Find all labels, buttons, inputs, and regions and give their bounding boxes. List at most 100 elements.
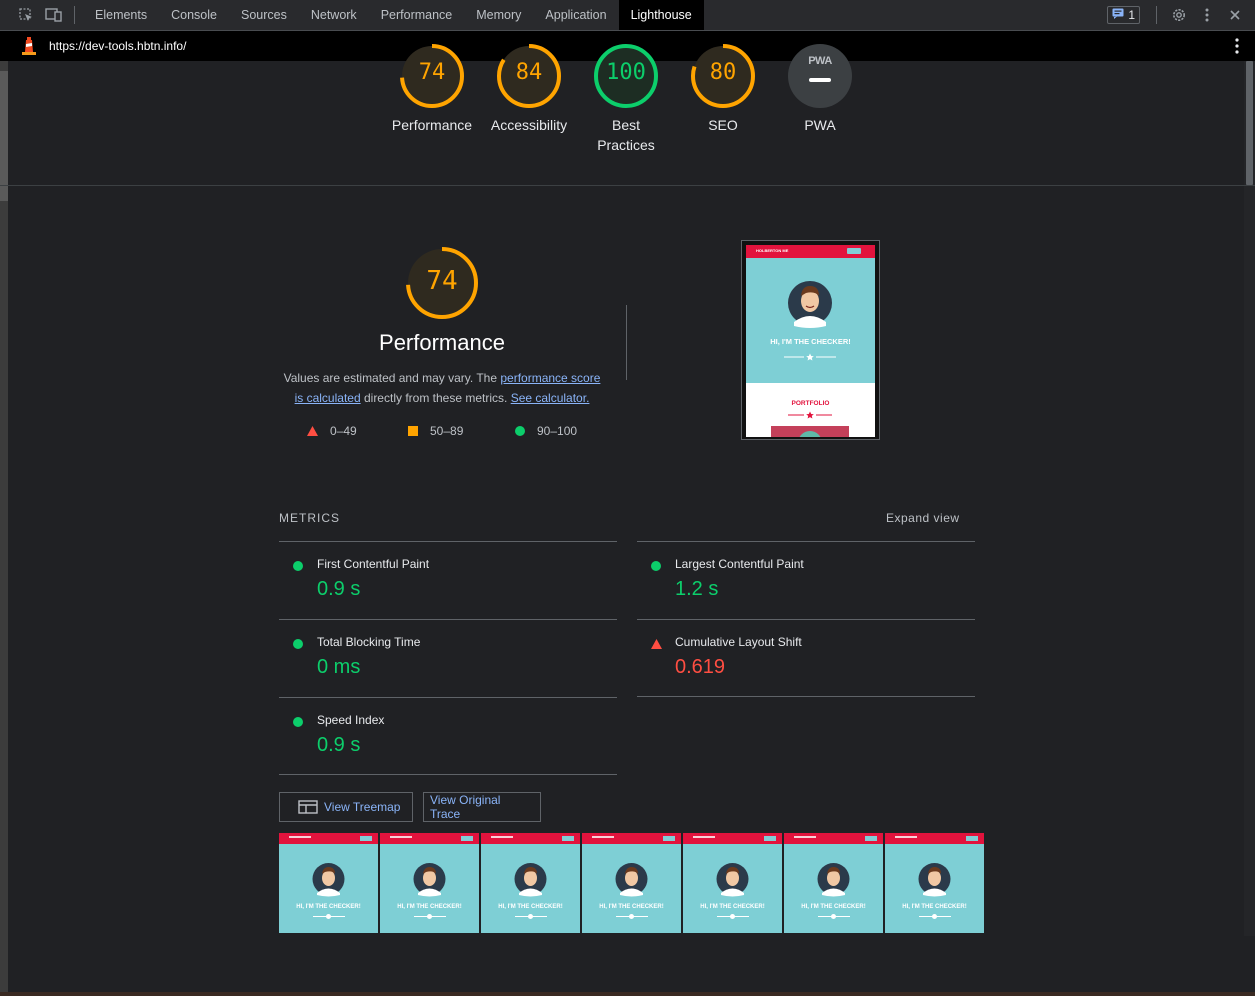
tab-sources[interactable]: Sources [229, 0, 299, 30]
final-screenshot[interactable]: HOLBERTON ME HI, I'M THE CHECKER! PORTFO… [741, 240, 880, 440]
issues-icon [1112, 8, 1124, 22]
desc-text: directly from these metrics. [360, 391, 511, 405]
gauge-label: Performance [391, 117, 473, 133]
gauge-score: 74 [418, 60, 446, 85]
avatar-illustration [788, 281, 832, 328]
filmstrip-frame: HI, I'M THE CHECKER! [481, 833, 580, 933]
metric-name: Largest Contentful Paint [675, 557, 804, 571]
frame-hero-text: HI, I'M THE CHECKER! [498, 904, 563, 910]
performance-title: Performance [379, 330, 505, 355]
button-label: View Treemap [324, 800, 401, 814]
report-menu-icon[interactable] [1235, 38, 1239, 59]
frame-hero-text: HI, I'M THE CHECKER! [599, 904, 664, 910]
filmstrip-frame: HI, I'M THE CHECKER! [279, 833, 378, 933]
legend-bad: 0–49 [307, 424, 357, 438]
treemap-icon [298, 800, 318, 814]
filmstrip: HI, I'M THE CHECKER! HI, I'M THE CHECKER!… [279, 833, 987, 933]
performance-description: Values are estimated and may vary. The p… [278, 368, 606, 408]
view-original-trace-button[interactable]: View Original Trace [423, 792, 541, 822]
metric-divider [637, 696, 975, 697]
legend-label: 90–100 [537, 424, 578, 438]
lighthouse-logo-icon [21, 37, 37, 55]
gauge-accessibility[interactable]: 84 Accessibility [481, 43, 577, 135]
metric-value: 1.2 s [675, 578, 719, 600]
gauge-score: 80 [709, 60, 737, 85]
issues-count: 1 [1128, 8, 1135, 22]
preview-hero-text: HI, I'M THE CHECKER! [770, 337, 851, 346]
circle-icon [515, 426, 525, 436]
tab-console[interactable]: Console [159, 0, 229, 30]
devtools-tabbar: Elements Console Sources Network Perform… [0, 0, 1255, 31]
gauge-best-practices[interactable]: 100 Best Practices [578, 43, 674, 155]
avatar-illustration [918, 863, 951, 897]
metric-value: 0.9 s [317, 734, 361, 756]
tab-elements[interactable]: Elements [83, 0, 159, 30]
gauge-score: 84 [515, 60, 543, 85]
preview-brand: HOLBERTON ME [756, 248, 789, 253]
metric-cumulative-layout-shift: Cumulative Layout Shift 0.619 [637, 619, 975, 696]
filmstrip-frame: HI, I'M THE CHECKER! [784, 833, 883, 933]
tab-memory[interactable]: Memory [464, 0, 533, 30]
avatar-illustration [716, 863, 749, 897]
pass-circle-icon [651, 561, 661, 571]
legend-label: 50–89 [430, 424, 464, 438]
frame-hero-text: HI, I'M THE CHECKER! [801, 904, 866, 910]
metric-value: 0 ms [317, 656, 361, 678]
avatar-illustration [817, 863, 850, 897]
close-icon[interactable] [1223, 3, 1247, 27]
gauge-label: PWA [804, 117, 836, 133]
metric-total-blocking-time: Total Blocking Time 0 ms [279, 619, 617, 696]
metric-value: 0.9 s [317, 578, 361, 600]
frame-hero-text: HI, I'M THE CHECKER! [296, 904, 361, 910]
filmstrip-frame: HI, I'M THE CHECKER! [683, 833, 782, 933]
tab-lighthouse[interactable]: Lighthouse [618, 0, 704, 30]
metric-divider [279, 774, 617, 775]
metric-first-contentful-paint: First Contentful Paint 0.9 s [279, 541, 617, 618]
metric-name: First Contentful Paint [317, 557, 430, 571]
tab-network[interactable]: Network [299, 0, 369, 30]
report-scrollbar[interactable] [1244, 61, 1255, 936]
issues-badge[interactable]: 1 [1107, 6, 1140, 24]
avatar-illustration [615, 863, 648, 897]
tab-performance[interactable]: Performance [369, 0, 465, 30]
see-calculator-link[interactable]: See calculator. [511, 391, 590, 405]
filmstrip-frame: HI, I'M THE CHECKER! [380, 833, 479, 933]
pass-circle-icon [293, 717, 303, 727]
view-treemap-button[interactable]: View Treemap [279, 792, 413, 822]
filmstrip-frame: HI, I'M THE CHECKER! [885, 833, 984, 933]
gauge-performance[interactable]: 74 Performance [384, 43, 480, 135]
pwa-badge-icon [788, 44, 852, 108]
legend-average: 50–89 [408, 424, 463, 438]
pass-circle-icon [293, 561, 303, 571]
avatar-illustration [514, 863, 547, 897]
metric-speed-index: Speed Index 0.9 s [279, 697, 617, 774]
inspect-element-icon[interactable] [16, 5, 36, 25]
expand-view-toggle[interactable]: Expand view [886, 511, 960, 525]
page-edge [0, 992, 1255, 996]
gauge-score: 100 [606, 60, 646, 85]
more-options-icon[interactable] [1195, 3, 1219, 27]
gauge-label: Accessibility [490, 117, 568, 133]
score-gauges: 74 Performance 84 Accessibility 100 Best… [0, 44, 1255, 186]
report-url: https://dev-tools.hbtn.info/ [49, 39, 187, 53]
fail-triangle-icon [651, 639, 662, 649]
settings-gear-icon[interactable] [1167, 3, 1191, 27]
legend-good: 90–100 [515, 424, 577, 438]
device-toolbar-icon[interactable] [44, 5, 64, 25]
section-divider [626, 305, 627, 380]
gauge-seo[interactable]: 80 SEO [675, 43, 771, 135]
metric-value: 0.619 [675, 656, 726, 678]
metric-name: Cumulative Layout Shift [675, 635, 802, 649]
filmstrip-frame: HI, I'M THE CHECKER! [582, 833, 681, 933]
performance-score: 74 [426, 266, 458, 296]
desc-text: Values are estimated and may vary. The [283, 371, 501, 385]
gauge-label: Best Practices [597, 117, 655, 153]
square-icon [408, 426, 418, 436]
tab-application[interactable]: Application [533, 0, 618, 30]
toolbar-divider [74, 6, 75, 24]
gauge-pwa[interactable]: PWA PWA [772, 43, 868, 135]
pass-circle-icon [293, 639, 303, 649]
triangle-icon [307, 426, 318, 436]
metric-name: Speed Index [317, 713, 385, 727]
performance-gauge-large: 74 [372, 245, 512, 326]
